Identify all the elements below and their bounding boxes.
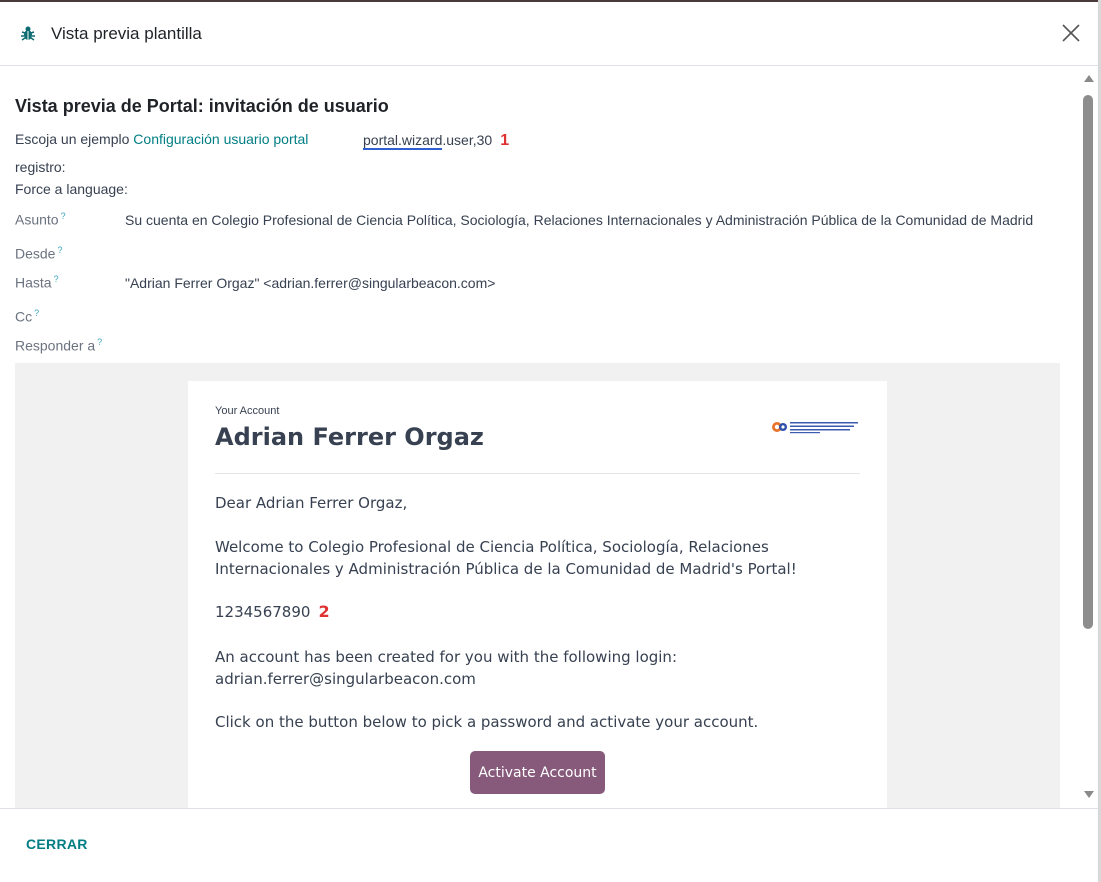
scroll-up-icon[interactable] [1084,75,1094,82]
modal-title: Vista previa plantilla [51,24,202,43]
email-greeting: Dear Adrian Ferrer Orgaz, [215,494,408,512]
scrollbar-thumb[interactable] [1083,95,1093,629]
from-label: Desde? [15,245,63,262]
modal-header: Vista previa plantilla [0,2,1098,66]
email-instructions: Click on the button below to pick a pass… [215,713,759,731]
email-code: 1234567890 [215,603,311,621]
help-icon[interactable]: ? [54,274,59,284]
record-ref-id: .user,30 [442,132,493,148]
email-account-created: An account has been created for you with… [215,648,677,666]
email-preview-card: Your Account Adrian Ferrer Orgaz Dear Ad… [188,381,887,808]
scroll-down-icon[interactable] [1084,791,1094,798]
modal-footer: CERRAR [0,808,1098,882]
force-language-label: Force a language: [15,181,128,197]
example-label-cont: registro: [15,159,66,175]
email-divider [215,473,860,474]
close-icon[interactable] [1060,22,1082,44]
your-account-label: Your Account [215,405,280,417]
record-reference-field[interactable]: portal.wizard.user,30 1 [363,132,509,150]
annotation-2: 2 [318,602,330,621]
annotation-1: 1 [500,132,510,149]
vertical-scrollbar[interactable] [1080,67,1098,808]
help-icon[interactable]: ? [34,308,39,318]
email-welcome: Welcome to Colegio Profesional de Cienci… [215,538,797,578]
subject-label: Asunto? [15,211,66,228]
company-logo-icon [772,422,858,434]
help-icon[interactable]: ? [97,337,102,347]
activate-account-button[interactable]: Activate Account [470,751,605,794]
email-login: adrian.ferrer@singularbeacon.com [215,670,476,688]
example-model-link[interactable]: Configuración usuario portal [133,131,308,147]
section-title: Vista previa de Portal: invitación de us… [15,96,389,116]
help-icon[interactable]: ? [57,245,62,255]
close-button[interactable]: CERRAR [26,836,88,852]
email-code-line: 1234567890 2 [215,601,855,623]
account-name: Adrian Ferrer Orgaz [215,423,484,451]
subject-value: Su cuenta en Colegio Profesional de Cien… [125,212,1034,228]
modal-body: Vista previa de Portal: invitación de us… [0,67,1080,808]
help-icon[interactable]: ? [61,211,66,221]
to-value: "Adrian Ferrer Orgaz" <adrian.ferrer@sin… [125,275,496,291]
bug-icon [21,26,35,41]
example-label: Escoja un ejemplo Configuración usuario … [15,131,309,147]
to-label: Hasta? [15,274,59,291]
record-ref-model[interactable]: portal.wizard [363,132,443,150]
reply-to-label: Responder a? [15,337,103,354]
cc-label: Cc? [15,308,40,325]
